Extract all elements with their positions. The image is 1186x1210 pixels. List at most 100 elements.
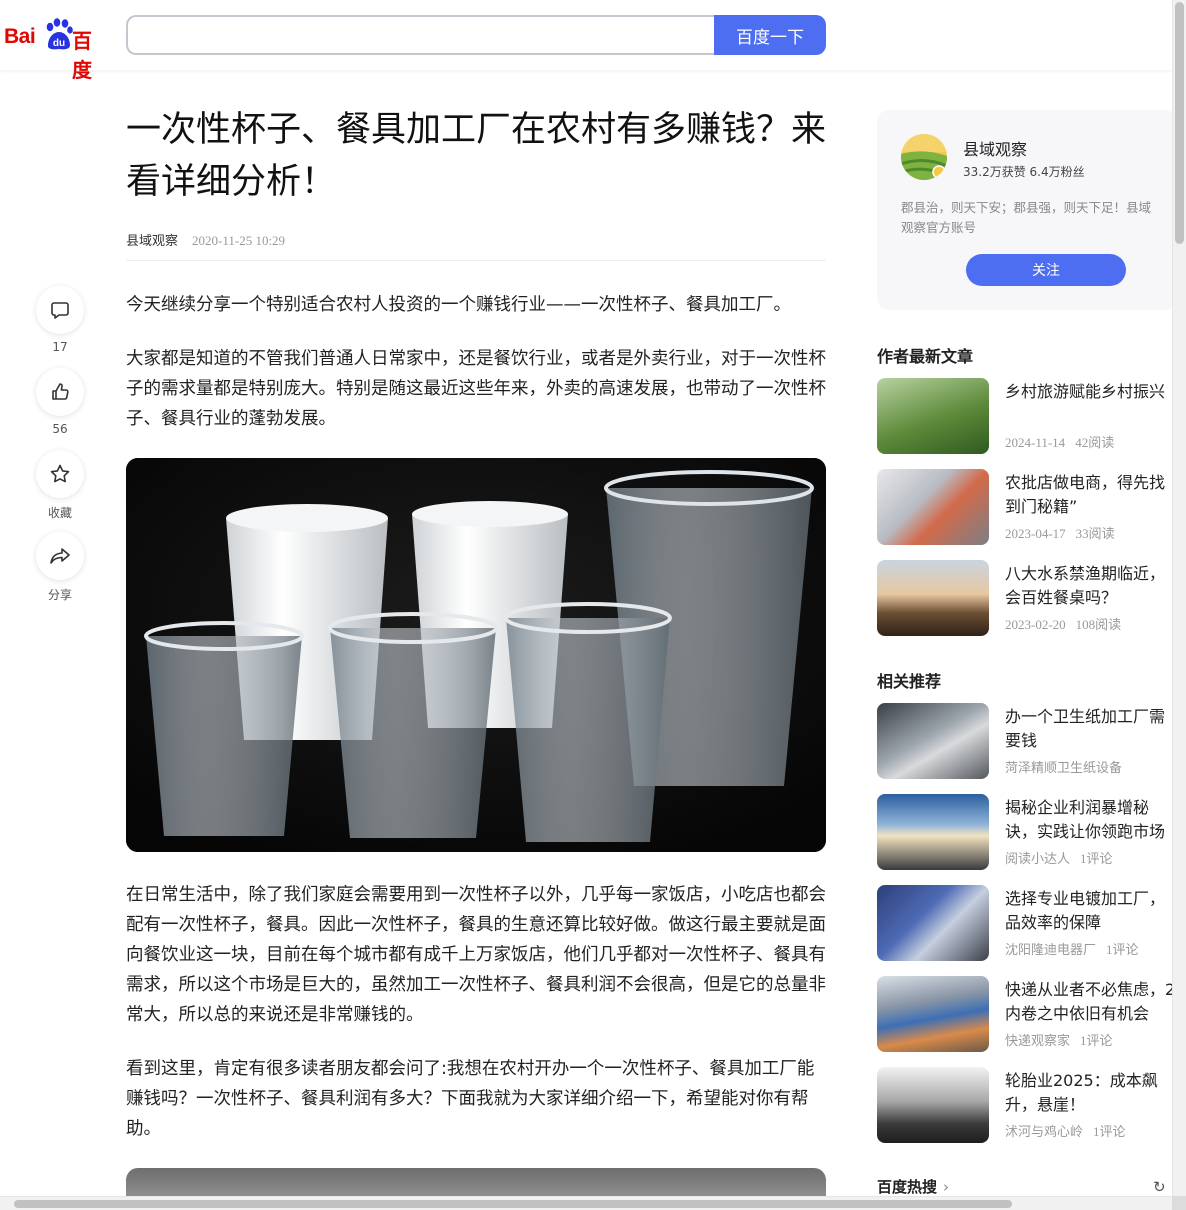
card-extra: 1评论 bbox=[1106, 942, 1139, 957]
vertical-scrollbar[interactable] bbox=[1172, 0, 1186, 1196]
thumbnail bbox=[877, 794, 989, 870]
hot-search-title[interactable]: 百度热搜 › bbox=[877, 1176, 949, 1197]
thumbnail bbox=[877, 703, 989, 779]
thumbnail bbox=[877, 469, 989, 545]
page: Bai du 百度 百度一下 17 56 收藏 分享 一次性杯子、餐具加工厂在农… bbox=[0, 0, 1186, 1210]
share-label: 分享 bbox=[47, 588, 72, 602]
comment-button[interactable] bbox=[36, 286, 84, 334]
card-reads: 33阅读 bbox=[1075, 526, 1115, 541]
article-paragraph: 在日常生活中，除了我们家庭会需要用到一次性杯子以外，几乎每一家饭店，小吃店也都会… bbox=[126, 885, 826, 1025]
card-extra: 1评论 bbox=[1080, 851, 1113, 866]
related-card[interactable]: 快递从业者不必焦虑，2内卷之中依旧有机会 快递观察家 1评论 bbox=[877, 976, 1177, 1052]
card-source: 菏泽精顺卫生纸设备 bbox=[1005, 760, 1123, 775]
chevron-right-icon: › bbox=[943, 1178, 950, 1196]
card-title: 选择专业电镀加工厂，品效率的保障 bbox=[1005, 889, 1166, 932]
card-source: 阅读小达人 bbox=[1005, 851, 1071, 866]
card-extra: 1评论 bbox=[1093, 1124, 1126, 1139]
article-meta: 县域观察 2020-11-25 10:29 bbox=[126, 230, 285, 249]
comment-count: 17 bbox=[52, 340, 68, 354]
field-avatar-image bbox=[901, 134, 947, 180]
card-date: 2023-04-17 bbox=[1005, 526, 1066, 541]
thumbs-up-icon bbox=[52, 383, 69, 400]
favorite-button[interactable] bbox=[36, 450, 84, 498]
related-card[interactable]: 揭秘企业利润暴增秘诀，实践让你领跑市场 阅读小达人 1评论 bbox=[877, 794, 1177, 870]
logo-paw-text: du bbox=[53, 38, 65, 49]
author-name[interactable]: 县域观察 bbox=[963, 136, 1027, 160]
search-input[interactable] bbox=[126, 15, 716, 55]
card-title: 八大水系禁渔期临近，会百姓餐桌吗？ bbox=[1005, 564, 1166, 607]
like-action[interactable]: 56 bbox=[36, 368, 84, 436]
article-date: 2020-11-25 10:29 bbox=[192, 233, 286, 248]
horizontal-scrollbar[interactable] bbox=[0, 1196, 1172, 1210]
card-meta: 2023-02-20 108阅读 bbox=[1005, 614, 1121, 633]
card-title: 轮胎业2025：成本飙升，悬崖！ bbox=[1005, 1071, 1158, 1114]
logo-latin: Bai bbox=[4, 25, 36, 48]
paw-icon: du bbox=[46, 18, 73, 50]
card-title: 快递从业者不必焦虑，2内卷之中依旧有机会 bbox=[1005, 980, 1176, 1023]
card-meta: 沭河与鸡心岭 1评论 bbox=[1005, 1121, 1126, 1140]
card-source: 沭河与鸡心岭 bbox=[1005, 1124, 1084, 1139]
star-icon bbox=[50, 464, 70, 483]
card-title: 农批店做电商，得先找到门秘籍” bbox=[1005, 473, 1166, 516]
card-title: 乡村旅游赋能乡村振兴 bbox=[1005, 382, 1166, 401]
thumbnail bbox=[877, 885, 989, 961]
article-author[interactable]: 县域观察 bbox=[126, 234, 178, 249]
card-date: 2023-02-20 bbox=[1005, 617, 1066, 632]
article-paragraph: 今天继续分享一个特别适合农村人投资的一个赚钱行业——一次性杯子、餐具加工厂。 bbox=[126, 295, 791, 315]
author-avatar[interactable] bbox=[901, 134, 947, 180]
horizontal-scroll-thumb[interactable] bbox=[14, 1200, 1012, 1208]
article-title: 一次性杯子、餐具加工厂在农村有多赚钱？来看详细分析！ bbox=[126, 110, 827, 202]
article-paragraph: 看到这里，肯定有很多读者朋友都会问了:我想在农村开办一个一次性杯子、餐具加工厂能… bbox=[126, 1059, 815, 1139]
card-meta: 2023-04-17 33阅读 bbox=[1005, 523, 1115, 542]
latest-article-card[interactable]: 乡村旅游赋能乡村振兴 2024-11-14 42阅读 bbox=[877, 378, 1177, 454]
latest-articles-title: 作者最新文章 bbox=[877, 347, 974, 366]
search-button[interactable]: 百度一下 bbox=[714, 15, 826, 55]
card-title: 揭秘企业利润暴增秘诀，实践让你领跑市场 bbox=[1005, 798, 1166, 841]
card-date: 2024-11-14 bbox=[1005, 435, 1066, 450]
favorite-label: 收藏 bbox=[47, 506, 72, 520]
related-card[interactable]: 轮胎业2025：成本飙升，悬崖！ 沭河与鸡心岭 1评论 bbox=[877, 1067, 1177, 1143]
card-extra: 1评论 bbox=[1080, 1033, 1113, 1048]
article-paragraph: 大家都是知道的不管我们普通人日常家中，还是餐饮行业，或者是外卖行业，对于一次性杯… bbox=[126, 349, 826, 429]
card-reads: 42阅读 bbox=[1075, 435, 1115, 450]
card-source: 沈阳隆迪电器厂 bbox=[1005, 942, 1097, 957]
thumbnail bbox=[877, 976, 989, 1052]
plastic-cups-illustration bbox=[126, 458, 826, 852]
author-card: 县域观察 33.2万获赞 6.4万粉丝 郡县治，则天下安；郡县强，则天下足！县域… bbox=[877, 110, 1177, 310]
card-title: 办一个卫生纸加工厂需要钱 bbox=[1005, 707, 1166, 750]
divider bbox=[126, 260, 826, 261]
author-bio: 郡县治，则天下安；郡县强，则天下足！县域观察官方账号 bbox=[901, 200, 1152, 235]
card-reads: 108阅读 bbox=[1075, 617, 1122, 632]
top-bar: Bai du 百度 百度一下 bbox=[0, 0, 1172, 82]
card-source: 快递观察家 bbox=[1005, 1033, 1071, 1048]
share-icon bbox=[50, 548, 70, 564]
refresh-icon[interactable]: ↻ bbox=[1153, 1178, 1166, 1196]
share-action[interactable]: 分享 bbox=[36, 532, 84, 603]
related-card[interactable]: 选择专业电镀加工厂，品效率的保障 沈阳隆迪电器厂 1评论 bbox=[877, 885, 1177, 961]
hot-search-label: 百度热搜 bbox=[877, 1178, 938, 1196]
thumbnail bbox=[877, 378, 989, 454]
related-title: 相关推荐 bbox=[877, 672, 942, 691]
follow-button[interactable]: 关注 bbox=[966, 254, 1126, 286]
like-count: 56 bbox=[52, 422, 68, 436]
latest-article-card[interactable]: 八大水系禁渔期临近，会百姓餐桌吗？ 2023-02-20 108阅读 bbox=[877, 560, 1177, 636]
like-button[interactable] bbox=[36, 368, 84, 416]
thumbnail bbox=[877, 560, 989, 636]
related-card[interactable]: 办一个卫生纸加工厂需要钱 菏泽精顺卫生纸设备 bbox=[877, 703, 1177, 779]
card-meta: 菏泽精顺卫生纸设备 bbox=[1005, 757, 1122, 776]
card-meta: 2024-11-14 42阅读 bbox=[1005, 432, 1114, 451]
comment-icon bbox=[51, 302, 69, 319]
favorite-action[interactable]: 收藏 bbox=[36, 450, 84, 521]
latest-article-card[interactable]: 农批店做电商，得先找到门秘籍” 2023-04-17 33阅读 bbox=[877, 469, 1177, 545]
card-meta: 阅读小达人 1评论 bbox=[1005, 848, 1113, 867]
scrollbar-corner bbox=[1172, 1196, 1186, 1210]
baidu-logo[interactable]: Bai du 百度 bbox=[4, 18, 108, 82]
card-meta: 快递观察家 1评论 bbox=[1005, 1030, 1113, 1049]
article-image-cups bbox=[126, 458, 826, 852]
share-button[interactable] bbox=[36, 532, 84, 580]
author-stats: 33.2万获赞 6.4万粉丝 bbox=[963, 165, 1085, 179]
thumbnail bbox=[877, 1067, 989, 1143]
logo-cn: 百度 bbox=[72, 29, 92, 82]
comment-action[interactable]: 17 bbox=[36, 286, 84, 354]
vertical-scroll-thumb[interactable] bbox=[1175, 2, 1184, 244]
